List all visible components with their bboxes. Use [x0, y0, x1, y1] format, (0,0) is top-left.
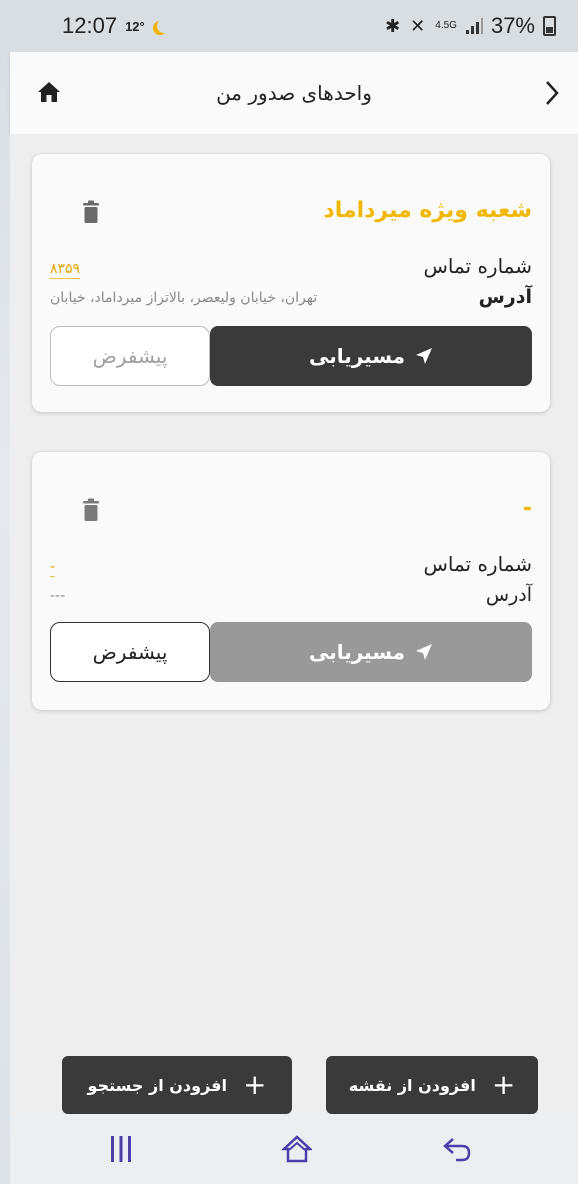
recent-apps-icon[interactable] [110, 1134, 132, 1164]
add-from-map-button[interactable]: + افزودن از نقشه [326, 1056, 538, 1114]
battery-percent: 37% [490, 13, 535, 38]
address-value: --- [50, 588, 66, 604]
card-title: شعبه ویژه میرداماد [323, 198, 532, 223]
phone-value[interactable]: - [50, 558, 56, 577]
phone-label: شماره تماس [423, 552, 532, 576]
screen: 12:07 12° ✱ ✕ 4.5G 37% واحدهای صدور من ش… [0, 0, 578, 1184]
home-icon[interactable] [282, 1134, 312, 1164]
signal-icon [465, 18, 483, 34]
issuing-unit-card: - شماره تماس - آدرس --- مسیریابی پیشفرض [32, 452, 550, 710]
status-time: 12:07 [62, 13, 118, 38]
status-temperature: 12° [125, 18, 145, 34]
trash-icon[interactable] [82, 498, 100, 522]
add-from-search-button[interactable]: + افزودن از جستجو [62, 1056, 292, 1114]
plus-icon: + [243, 1068, 267, 1101]
plus-icon: + [491, 1068, 516, 1101]
bluetooth-icon: ✱ [385, 15, 403, 36]
moon-icon [157, 19, 171, 33]
navigation-arrow-icon [416, 644, 433, 660]
phone-value[interactable]: ۸۳۵۹ [50, 260, 81, 279]
network-label: 4.5G [435, 20, 457, 31]
route-label: مسیریابی [308, 344, 406, 368]
back-icon[interactable] [442, 1134, 472, 1164]
mute-icon: ✕ [410, 15, 428, 36]
status-bar: 12:07 12° ✱ ✕ 4.5G 37% [0, 0, 578, 52]
route-button[interactable]: مسیریابی [210, 622, 532, 682]
trash-icon[interactable] [82, 200, 100, 224]
back-chevron-icon[interactable] [542, 78, 562, 108]
status-left: 12:07 12° [62, 13, 167, 39]
system-nav-bar [10, 1116, 578, 1184]
card-title: - [522, 496, 532, 521]
content-area: شعبه ویژه میرداماد شماره تماس ۸۳۵۹ آدرس … [10, 134, 578, 1116]
status-right: ✱ ✕ 4.5G 37% [385, 13, 556, 39]
set-default-button[interactable]: پیشفرض [50, 326, 210, 386]
add-from-search-label: افزودن از جستجو [87, 1075, 227, 1095]
page-title: واحدهای صدور من [216, 81, 372, 105]
route-button[interactable]: مسیریابی [210, 326, 532, 386]
set-default-button[interactable]: پیشفرض [50, 622, 210, 682]
address-label: آدرس [478, 286, 532, 308]
network-type: 4.5G [435, 21, 457, 31]
battery-icon [543, 16, 556, 36]
app-header: واحدهای صدور من [10, 52, 578, 134]
address-value: تهران، خیابان ولیعصر، بالاتراز میرداماد،… [50, 290, 318, 306]
route-label: مسیریابی [308, 640, 406, 664]
navigation-arrow-icon [416, 348, 433, 364]
phone-label: شماره تماس [423, 254, 532, 278]
address-label: آدرس [485, 584, 532, 606]
add-from-map-label: افزودن از نقشه [348, 1075, 476, 1095]
issuing-unit-card: شعبه ویژه میرداماد شماره تماس ۸۳۵۹ آدرس … [32, 154, 550, 412]
home-icon[interactable] [36, 80, 62, 104]
